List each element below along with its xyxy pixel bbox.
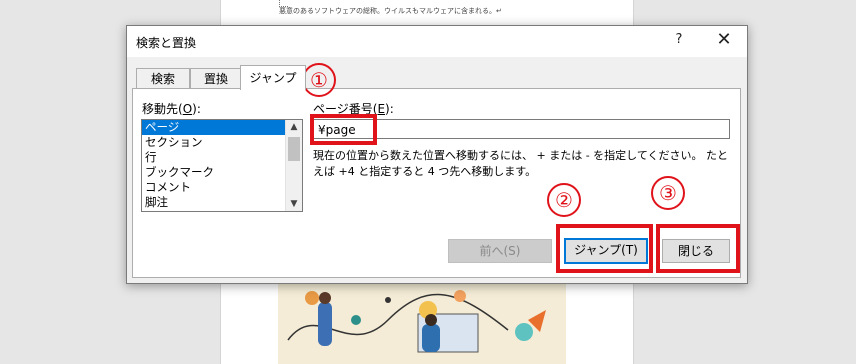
dialog-titlebar: 検索と置換 ? ✕	[127, 26, 747, 57]
list-scrollbar[interactable]: ▲ ▼	[285, 120, 302, 211]
illustration-image	[278, 280, 566, 364]
highlight-box-goto-button	[556, 224, 653, 273]
list-item-page[interactable]: ページ	[142, 120, 302, 135]
step-badge-2: ②	[547, 183, 581, 217]
scroll-thumb[interactable]	[288, 137, 300, 161]
scroll-down-icon[interactable]: ▼	[286, 199, 302, 209]
step-badge-3: ③	[651, 176, 685, 210]
highlight-box-close-button	[656, 224, 740, 273]
list-item-comment[interactable]: コメント	[142, 180, 302, 195]
tab-find[interactable]: 検索	[136, 68, 190, 89]
goto-target-list[interactable]: ページ セクション 行 ブックマーク コメント 脚注 ▲ ▼	[141, 119, 303, 212]
scroll-up-icon[interactable]: ▲	[286, 122, 302, 132]
list-item-bookmark[interactable]: ブックマーク	[142, 165, 302, 180]
tab-goto[interactable]: ジャンプ	[240, 65, 306, 90]
help-button[interactable]: ?	[669, 32, 689, 47]
document-illustration	[278, 280, 566, 364]
tab-replace[interactable]: 置換	[190, 68, 242, 89]
document-text-line: 悪意のあるソフトウェアの総称。ウイルスもマルウェアに含まれる。↵	[279, 7, 502, 15]
previous-button[interactable]: 前へ(S)	[448, 239, 552, 263]
step-badge-1: ①	[302, 63, 336, 97]
dialog-title: 検索と置換	[136, 36, 197, 50]
list-item-section[interactable]: セクション	[142, 135, 302, 150]
goto-target-label: 移動先(O):	[142, 102, 201, 116]
find-replace-dialog: 検索と置換 ? ✕ 検索 置換 ジャンプ 移動先(O): ページ セクション 行…	[126, 25, 748, 284]
close-icon[interactable]: ✕	[713, 29, 735, 50]
highlight-box-page-input	[310, 114, 377, 145]
list-item-footnote[interactable]: 脚注	[142, 195, 302, 210]
list-item-line[interactable]: 行	[142, 150, 302, 165]
